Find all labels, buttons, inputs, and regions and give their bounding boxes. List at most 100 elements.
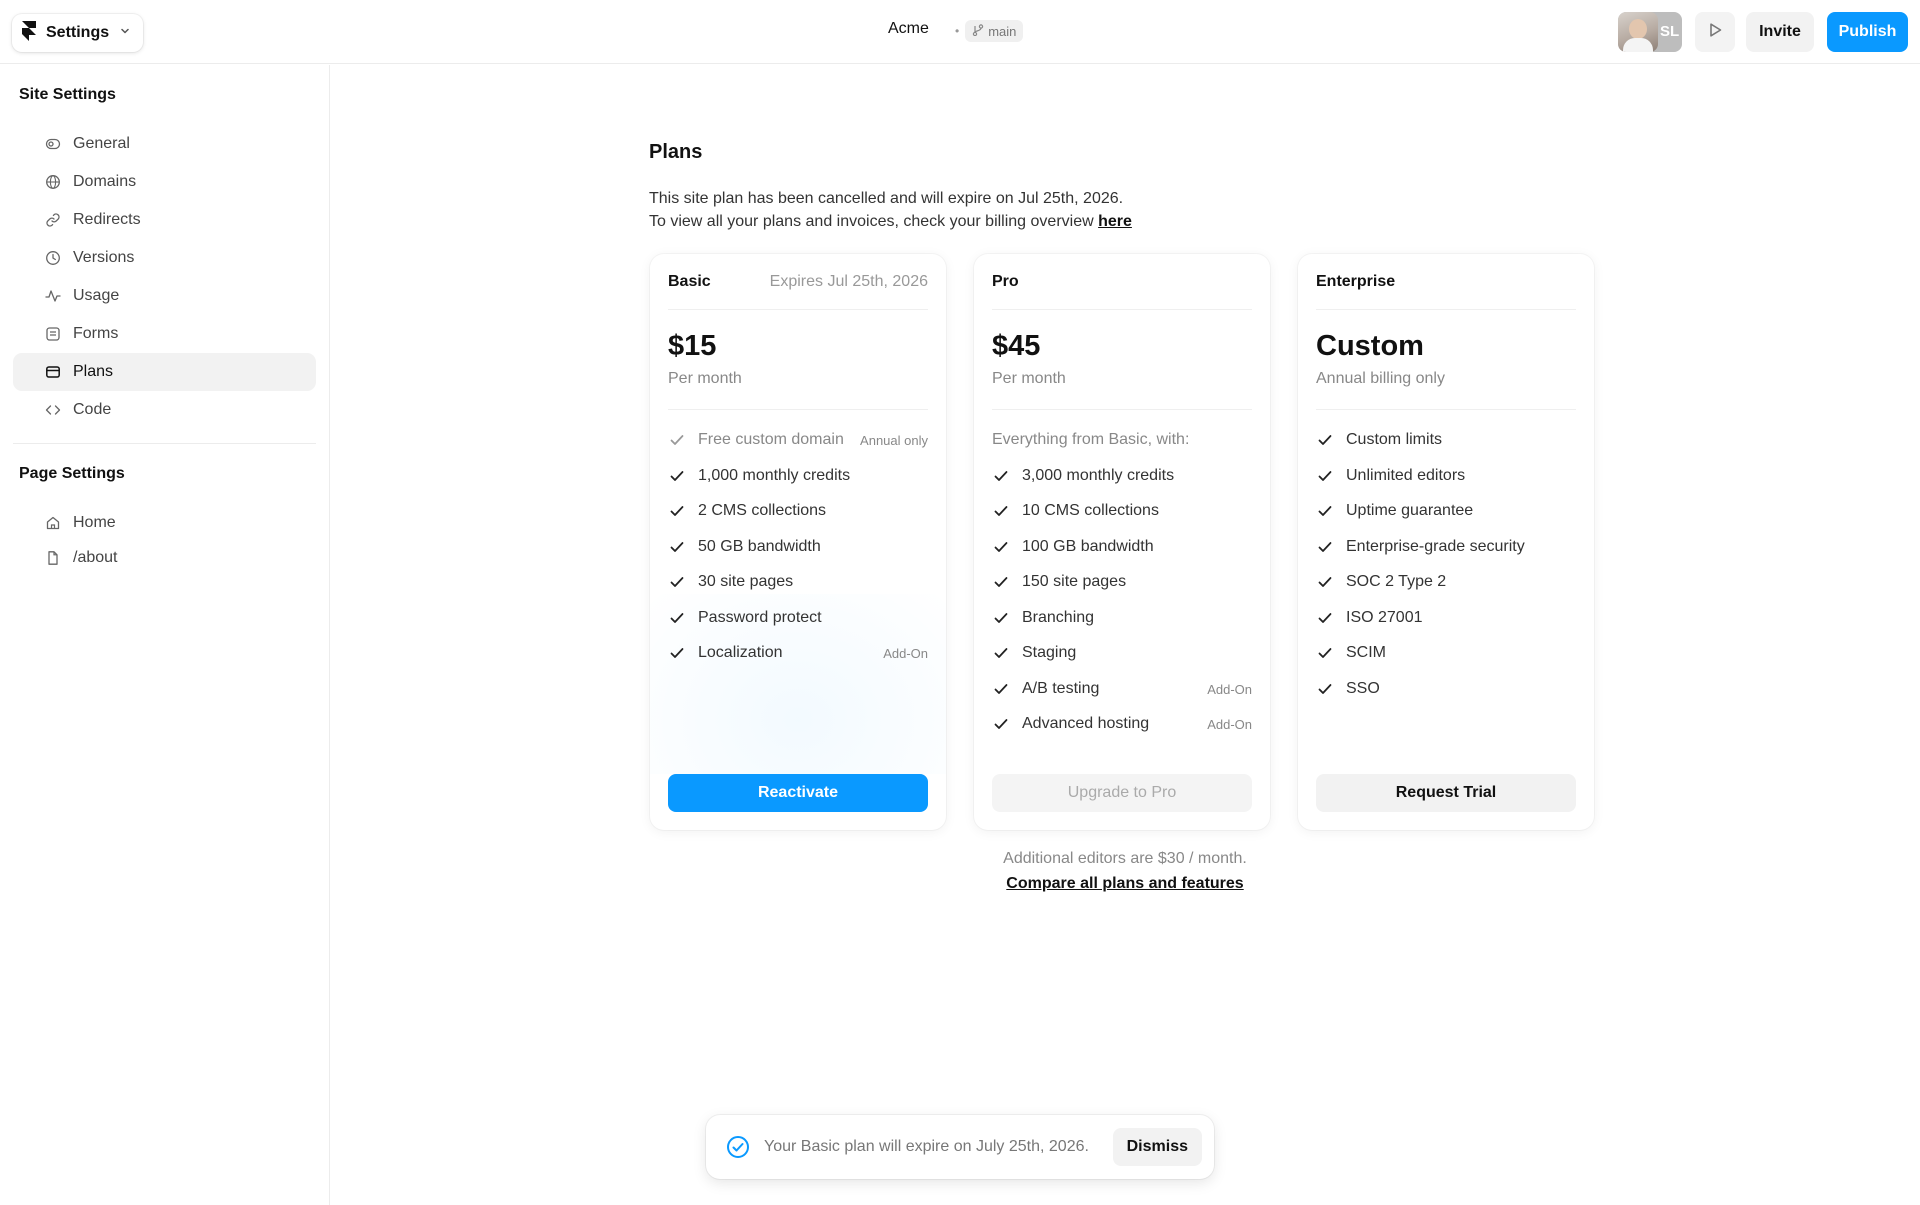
sidebar-item-plans[interactable]: Plans: [13, 353, 316, 391]
plan-card-basic: Basic Expires Jul 25th, 2026 $15 Per mon…: [650, 254, 946, 830]
branch-icon: [972, 23, 984, 39]
expiry-toast: Your Basic plan will expire on July 25th…: [706, 1115, 1214, 1179]
plan-expiry: Expires Jul 25th, 2026: [769, 272, 928, 290]
publish-button[interactable]: Publish: [1827, 12, 1908, 52]
check-icon: [1316, 609, 1334, 627]
feature-item: Staging: [992, 641, 1252, 665]
chevron-down-icon: [119, 24, 131, 42]
billing-overview-link[interactable]: here: [1098, 213, 1132, 230]
dismiss-button[interactable]: Dismiss: [1112, 1128, 1202, 1166]
sidebar-item-domains[interactable]: Domains: [13, 163, 316, 201]
description-line-2: To view all your plans and invoices, che…: [649, 213, 1132, 230]
plan-period: Per month: [668, 370, 742, 387]
feature-item: Custom limits: [1316, 428, 1576, 452]
sidebar-item-usage[interactable]: Usage: [13, 277, 316, 315]
feature-item: 3,000 monthly credits: [992, 464, 1252, 488]
sidebar-item-redirects[interactable]: Redirects: [13, 201, 316, 239]
check-icon: [992, 538, 1010, 556]
description-line-1: This site plan has been cancelled and wi…: [649, 190, 1124, 207]
sidebar-item-about[interactable]: /about: [13, 539, 316, 577]
feature-tag: Annual only: [860, 432, 928, 448]
reactivate-button[interactable]: Reactivate: [668, 774, 928, 812]
toast-message: Your Basic plan will expire on July 25th…: [764, 1138, 1089, 1155]
framer-logo-icon: [22, 20, 36, 46]
feature-tag: Add-On: [1207, 681, 1252, 697]
clock-icon: [45, 250, 61, 266]
check-icon: [668, 431, 686, 449]
feature-item: 150 site pages: [992, 570, 1252, 594]
settings-menu-button[interactable]: Settings: [12, 14, 144, 52]
check-icon: [668, 644, 686, 662]
feature-item: Branching: [992, 606, 1252, 630]
check-icon: [668, 467, 686, 485]
plan-name: Basic: [668, 272, 711, 290]
branch-pill[interactable]: main: [965, 20, 1024, 42]
sidebar-divider: [13, 443, 316, 444]
check-icon: [992, 715, 1010, 733]
check-icon: [1316, 502, 1334, 520]
branch-indicator[interactable]: • main: [955, 20, 1024, 42]
plan-description: This site plan has been cancelled and wi…: [649, 187, 1132, 233]
request-trial-button[interactable]: Request Trial: [1316, 774, 1576, 812]
plan-card-header: Enterprise: [1316, 254, 1576, 310]
settings-sidebar: Site Settings General Domains Redirects …: [0, 65, 330, 1205]
code-icon: [45, 402, 61, 418]
separator-dot: •: [955, 24, 960, 38]
feature-item: 2 CMS collections: [668, 499, 928, 523]
sidebar-item-label: Code: [73, 401, 112, 418]
link-icon: [45, 212, 61, 228]
sidebar-item-label: Redirects: [73, 211, 141, 228]
check-icon: [992, 502, 1010, 520]
sidebar-item-code[interactable]: Code: [13, 391, 316, 429]
feature-item: 1,000 monthly credits: [668, 464, 928, 488]
page-settings-heading: Page Settings: [19, 465, 125, 482]
feature-item: Advanced hosting Add-On: [992, 712, 1252, 736]
site-settings-heading: Site Settings: [19, 86, 116, 103]
home-icon: [45, 515, 61, 531]
sidebar-item-home[interactable]: Home: [13, 504, 316, 542]
settings-menu-label: Settings: [46, 24, 110, 41]
sidebar-item-label: General: [73, 135, 130, 152]
plan-price: Custom: [1316, 330, 1424, 362]
plan-card-pro: Pro $45 Per month Everything from Basic,…: [974, 254, 1270, 830]
toggle-icon: [45, 136, 61, 152]
sidebar-item-general[interactable]: General: [13, 125, 316, 163]
check-icon: [992, 644, 1010, 662]
plan-period: Annual billing only: [1316, 370, 1445, 387]
feature-item: SSO: [1316, 677, 1576, 701]
upgrade-to-pro-button[interactable]: Upgrade to Pro: [992, 774, 1252, 812]
plan-name: Pro: [992, 272, 1019, 290]
feature-item: Free custom domain Annual only: [668, 428, 928, 452]
feature-item: 50 GB bandwidth: [668, 535, 928, 559]
check-icon: [992, 573, 1010, 591]
globe-icon: [45, 174, 61, 190]
plan-card-header: Pro: [992, 254, 1252, 310]
feature-item: Localization Add-On: [668, 641, 928, 665]
check-icon: [992, 680, 1010, 698]
sidebar-item-forms[interactable]: Forms: [13, 315, 316, 353]
check-icon: [1316, 467, 1334, 485]
feature-tag: Add-On: [883, 645, 928, 661]
check-icon: [668, 609, 686, 627]
file-icon: [45, 550, 61, 566]
check-icon: [992, 467, 1010, 485]
invite-button[interactable]: Invite: [1746, 12, 1814, 52]
activity-icon: [45, 288, 61, 304]
feature-item: SCIM: [1316, 641, 1576, 665]
sidebar-item-label: Usage: [73, 287, 120, 304]
feature-item: Enterprise-grade security: [1316, 535, 1576, 559]
preview-button[interactable]: [1695, 12, 1735, 52]
collaborators-avatars[interactable]: SL: [1618, 12, 1682, 52]
avatar-initials: SL: [1660, 23, 1680, 40]
check-icon: [992, 609, 1010, 627]
play-icon: [1706, 21, 1724, 44]
sidebar-item-versions[interactable]: Versions: [13, 239, 316, 277]
sidebar-item-label: Versions: [73, 249, 135, 266]
check-icon: [1316, 538, 1334, 556]
check-icon: [668, 538, 686, 556]
avatar: [1618, 12, 1658, 52]
plan-price: $15: [668, 330, 717, 362]
check-icon: [1316, 431, 1334, 449]
sidebar-item-label: Forms: [73, 325, 119, 342]
compare-plans-link[interactable]: Compare all plans and features: [1006, 875, 1243, 892]
